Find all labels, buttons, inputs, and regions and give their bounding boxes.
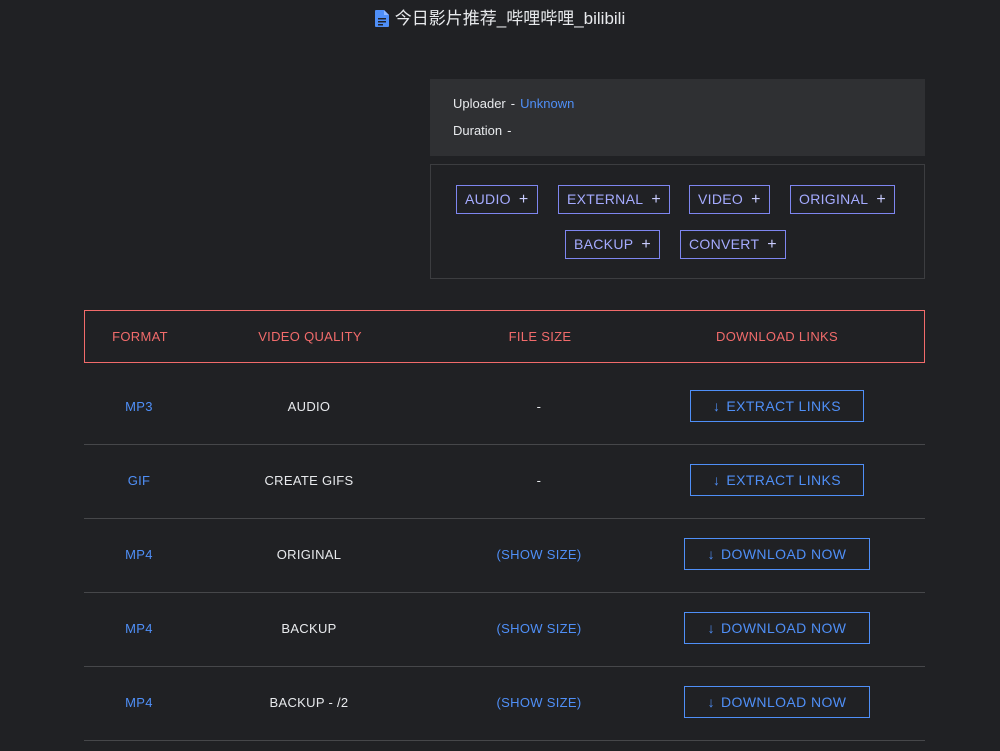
- format-cell: MP4: [125, 621, 153, 636]
- tag-backup[interactable]: BACKUP +: [565, 230, 661, 259]
- duration-row: Duration -: [453, 123, 902, 150]
- size-cell: -: [536, 399, 542, 414]
- button-label: DOWNLOAD NOW: [721, 546, 847, 562]
- header-download-links: DOWNLOAD LINKS: [716, 329, 838, 344]
- header-video-quality: VIDEO QUALITY: [258, 329, 362, 344]
- tag-audio[interactable]: AUDIO +: [456, 185, 538, 214]
- plus-icon: +: [651, 191, 661, 208]
- button-label: DOWNLOAD NOW: [721, 694, 847, 710]
- format-tags-panel: AUDIO + EXTERNAL + VIDEO + ORIGINAL + BACKUP…: [430, 164, 925, 279]
- table-row: MP4 BACKUP (SHOW SIZE) ↓ DOWNLOAD NOW: [84, 592, 925, 667]
- show-size-link[interactable]: (SHOW SIZE): [454, 592, 624, 665]
- title-text: 今日影片推荐_哔哩哔哩_bilibili: [394, 9, 626, 28]
- uploader-label: Uploader: [453, 96, 506, 111]
- table-row: GIF CREATE GIFS - ↓ EXTRACT LINKS: [84, 444, 925, 519]
- download-now-button[interactable]: ↓ DOWNLOAD NOW: [684, 686, 870, 718]
- video-info-panel: Uploader - Unknown Duration -: [430, 79, 925, 156]
- table-row: MP3 AUDIO - ↓ EXTRACT LINKS: [84, 370, 925, 445]
- quality-cell: CREATE GIFS: [264, 473, 354, 488]
- quality-cell: ORIGINAL: [276, 547, 342, 562]
- duration-label: Duration: [453, 123, 503, 138]
- arrow-down-icon: ↓: [707, 620, 716, 636]
- button-label: EXTRACT LINKS: [726, 472, 842, 488]
- table-row: MP4 ORIGINAL (SHOW SIZE) ↓ DOWNLOAD NOW: [84, 518, 925, 593]
- download-now-button[interactable]: ↓ DOWNLOAD NOW: [684, 538, 870, 570]
- format-cell: MP4: [125, 547, 153, 562]
- show-size-link[interactable]: (SHOW SIZE): [454, 518, 624, 591]
- table-row: MP4 BACKUP - /2 (SHOW SIZE) ↓ DOWNLOAD NO…: [84, 666, 925, 741]
- extract-links-button[interactable]: ↓ EXTRACT LINKS: [690, 464, 864, 496]
- plus-icon: +: [641, 236, 652, 253]
- tag-label: VIDEO: [698, 191, 744, 207]
- tag-video[interactable]: VIDEO +: [689, 185, 770, 214]
- table-header: FORMAT VIDEO QUALITY FILE SIZE DOWNLOAD …: [84, 310, 925, 363]
- tag-label: ORIGINAL: [799, 191, 869, 207]
- uploader-value[interactable]: Unknown: [520, 96, 574, 111]
- plus-icon: +: [767, 236, 777, 253]
- tag-external[interactable]: EXTERNAL +: [558, 185, 670, 214]
- arrow-down-icon: ↓: [707, 546, 716, 562]
- format-cell: MP3: [125, 399, 153, 414]
- tag-label: AUDIO: [465, 191, 511, 207]
- document-icon: [374, 10, 389, 33]
- quality-cell: BACKUP: [281, 621, 337, 636]
- header-file-size: FILE SIZE: [508, 329, 572, 344]
- format-cell: MP4: [125, 695, 153, 710]
- extract-links-button[interactable]: ↓ EXTRACT LINKS: [690, 390, 864, 422]
- show-size-link[interactable]: (SHOW SIZE): [454, 666, 624, 739]
- plus-icon: +: [751, 191, 761, 208]
- arrow-down-icon: ↓: [712, 472, 721, 488]
- quality-cell: AUDIO: [287, 399, 331, 414]
- tag-convert[interactable]: CONVERT +: [680, 230, 786, 259]
- tag-original[interactable]: ORIGINAL +: [790, 185, 895, 214]
- tag-label: EXTERNAL: [567, 191, 644, 207]
- arrow-down-icon: ↓: [712, 398, 721, 414]
- quality-cell: BACKUP - /2: [269, 695, 349, 710]
- button-label: EXTRACT LINKS: [726, 398, 842, 414]
- header-format: FORMAT: [112, 329, 168, 344]
- download-now-button[interactable]: ↓ DOWNLOAD NOW: [684, 612, 870, 644]
- uploader-separator: -: [510, 96, 516, 111]
- size-cell: -: [536, 473, 542, 488]
- format-cell: GIF: [127, 473, 151, 488]
- plus-icon: +: [876, 191, 886, 208]
- tag-label: BACKUP: [574, 236, 634, 252]
- tag-label: CONVERT: [689, 236, 760, 252]
- arrow-down-icon: ↓: [707, 694, 716, 710]
- uploader-row: Uploader - Unknown: [453, 96, 902, 123]
- page-title: 今日影片推荐_哔哩哔哩_bilibili: [0, 8, 1000, 33]
- duration-separator: -: [507, 123, 512, 138]
- plus-icon: +: [518, 191, 529, 208]
- button-label: DOWNLOAD NOW: [721, 620, 847, 636]
